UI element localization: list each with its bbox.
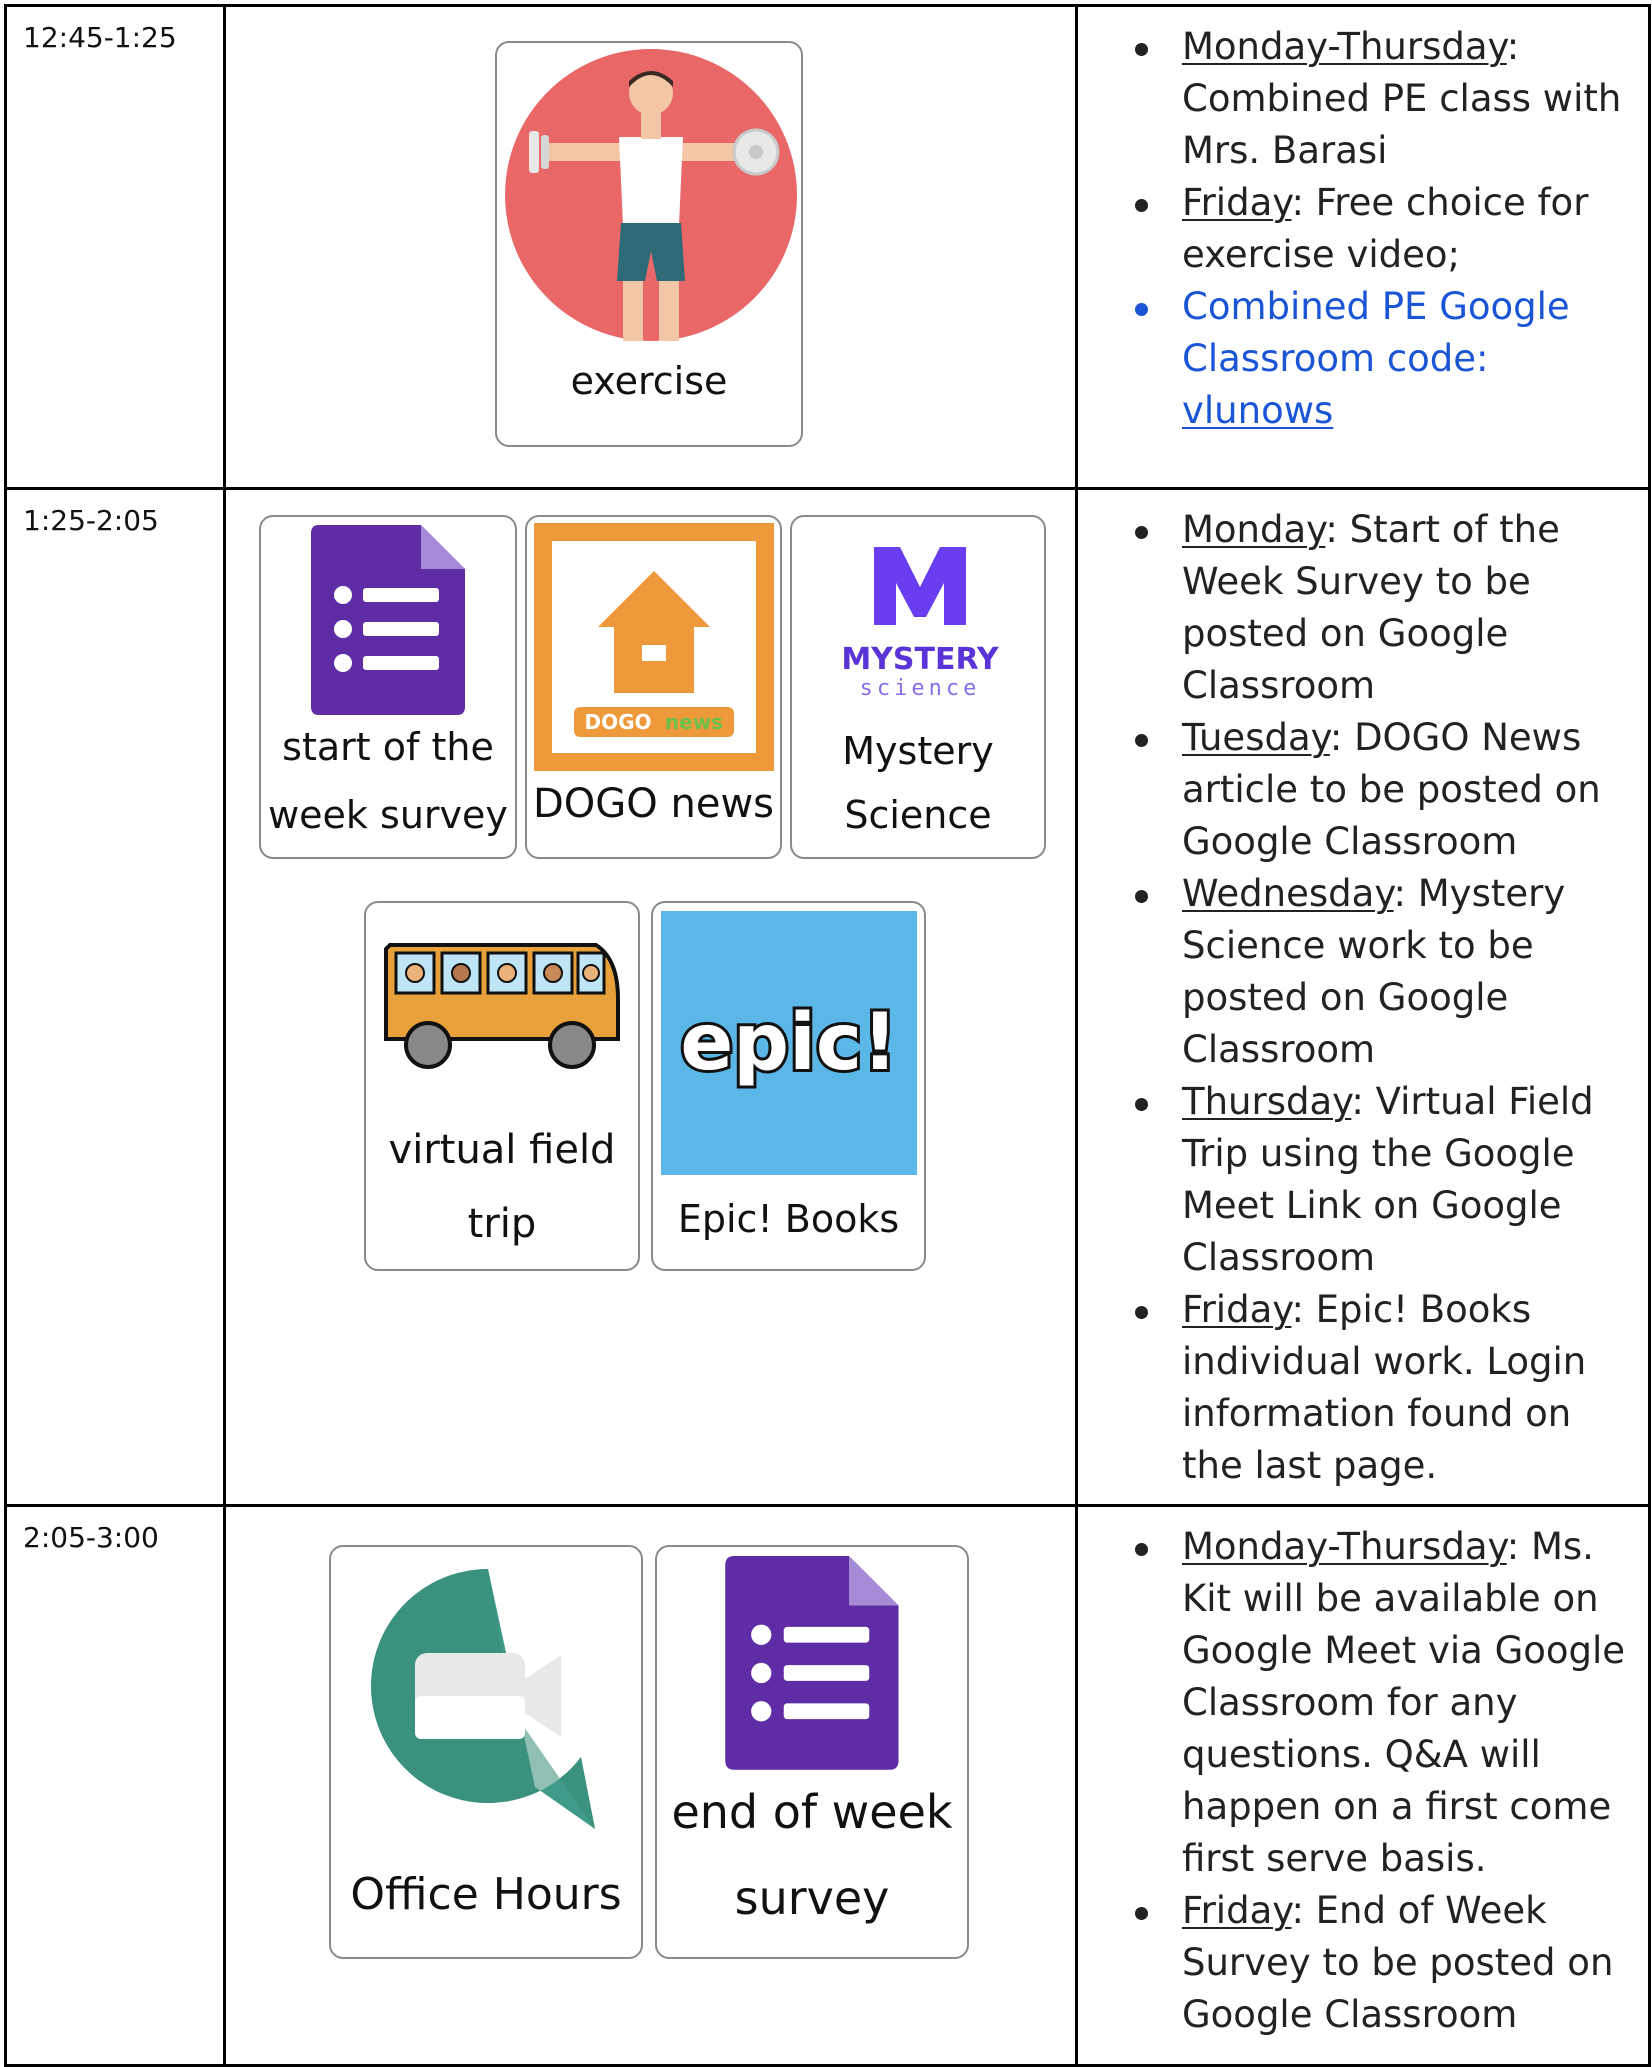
mystery-logo-word2: science (860, 676, 981, 701)
time-label: 12:45-1:25 (23, 21, 177, 54)
mystery-science-card: MYSTERY science Mystery Science (790, 515, 1046, 859)
schedule-row: 12:45-1:25 exercise Monday-Thursday: Com… (4, 4, 1651, 490)
note-text: Combined PE Google Classroom code: (1182, 285, 1570, 380)
dogo-news-icon: DOGO news (534, 523, 774, 771)
note-day: Wednesday (1182, 872, 1394, 915)
time-cell: 2:05-3:00 (4, 1504, 226, 2067)
notes-list: Monday-Thursday: Ms. Kit will be availab… (1078, 1507, 1648, 2041)
epic-books-card: epic! Epic! Books (651, 901, 926, 1271)
notes-list: Monday-Thursday: Combined PE class with … (1078, 7, 1648, 437)
picture-cell: start of the week survey DOGO news DOGO … (223, 487, 1078, 1507)
time-cell: 1:25-2:05 (4, 487, 226, 1507)
note-item: Friday: Free choice for exercise video; (1135, 177, 1634, 281)
note-item: Thursday: Virtual Field Trip using the G… (1135, 1076, 1634, 1284)
card-label: Epic! Books (677, 1197, 900, 1241)
virtual-field-trip-card: virtual field trip (364, 901, 640, 1271)
start-week-survey-card: start of the week survey (259, 515, 517, 859)
note-day: Friday (1182, 1288, 1292, 1331)
dogo-logo-text-b: news (665, 710, 723, 734)
note-day: Tuesday (1182, 716, 1330, 759)
note-item: Combined PE Google Classroom code: vluno… (1135, 281, 1634, 437)
classroom-code-link[interactable]: vlunows (1182, 389, 1333, 432)
time-label: 2:05-3:00 (23, 1521, 159, 1554)
note-text: : Ms. Kit will be available on Google Me… (1182, 1525, 1626, 1880)
note-item: Wednesday: Mystery Science work to be po… (1135, 868, 1634, 1076)
google-meet-icon (371, 1569, 595, 1829)
notes-cell: Monday-Thursday: Ms. Kit will be availab… (1075, 1504, 1651, 2067)
note-item: Tuesday: DOGO News article to be posted … (1135, 712, 1634, 868)
card-label: exercise (570, 359, 728, 403)
google-forms-icon (311, 525, 465, 715)
exercise-card: exercise (495, 41, 803, 447)
card-label: DOGO news (533, 781, 774, 827)
time-cell: 12:45-1:25 (4, 4, 226, 490)
card-label-line1: Mystery (842, 729, 994, 773)
note-item: Monday-Thursday: Ms. Kit will be availab… (1135, 1521, 1634, 1885)
card-label-line1: virtual field (388, 1127, 616, 1173)
note-item: Monday: Start of the Week Survey to be p… (1135, 504, 1634, 712)
note-item: Friday: Epic! Books individual work. Log… (1135, 1284, 1634, 1492)
card-label-line2: Science (844, 793, 992, 837)
note-item: Friday: End of Week Survey to be posted … (1135, 1885, 1634, 2041)
notes-list: Monday: Start of the Week Survey to be p… (1078, 490, 1648, 1492)
picture-cell: Office Hours end of week survey (223, 1504, 1078, 2067)
epic-logo-text: epic! (680, 998, 897, 1088)
card-label-line1: start of the (282, 725, 494, 769)
note-day: Monday (1182, 508, 1326, 551)
mystery-science-icon: MYSTERY science (841, 547, 1000, 701)
epic-books-icon: epic! (661, 911, 917, 1175)
card-label-line2: trip (467, 1201, 537, 1247)
end-week-survey-card: end of week survey (655, 1545, 969, 1959)
dogo-logo-text-a: DOGO (584, 710, 651, 734)
notes-cell: Monday-Thursday: Combined PE class with … (1075, 4, 1651, 490)
note-day: Monday-Thursday (1182, 25, 1507, 68)
picture-cell: exercise (223, 4, 1078, 490)
exercise-icon (505, 49, 797, 341)
card-label-line2: week survey (268, 793, 508, 837)
mystery-logo-word1: MYSTERY (841, 642, 1000, 677)
note-day: Friday (1182, 1889, 1292, 1932)
card-label-line1: end of week (671, 1785, 953, 1839)
note-day: Thursday (1182, 1080, 1352, 1123)
card-label: Office Hours (350, 1869, 622, 1920)
google-forms-icon (725, 1556, 899, 1770)
note-day: Monday-Thursday (1182, 1525, 1507, 1568)
schedule-row: 1:25-2:05 start of the week survey DOGO … (4, 487, 1651, 1507)
bus-icon (384, 943, 620, 1069)
schedule-row: 2:05-3:00 Office Hours end of week surve… (4, 1504, 1651, 2067)
office-hours-card: Office Hours (329, 1545, 643, 1959)
note-day: Friday (1182, 181, 1292, 224)
dogo-news-card: DOGO news DOGO news (525, 515, 782, 859)
card-label-line2: survey (734, 1871, 890, 1925)
schedule-table: 12:45-1:25 exercise Monday-Thursday: Com… (4, 4, 1651, 2067)
note-item: Monday-Thursday: Combined PE class with … (1135, 21, 1634, 177)
notes-cell: Monday: Start of the Week Survey to be p… (1075, 487, 1651, 1507)
time-label: 1:25-2:05 (23, 504, 159, 537)
